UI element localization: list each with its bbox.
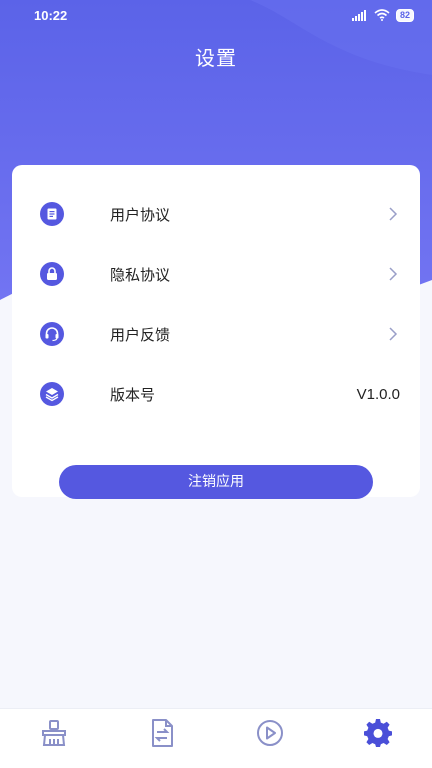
headset-icon bbox=[40, 322, 64, 346]
battery-icon: 82 bbox=[395, 8, 414, 22]
document-icon bbox=[40, 202, 64, 226]
menu-item-label: 用户反馈 bbox=[110, 325, 171, 344]
chevron-right-icon bbox=[389, 207, 398, 221]
logout-button[interactable]: 注销应用 bbox=[59, 465, 373, 499]
settings-card: 用户协议 隐私协议 用户反馈 版本号 V1.0.0 bbox=[12, 165, 420, 497]
play-icon[interactable] bbox=[254, 717, 286, 749]
status-time: 10:22 bbox=[34, 7, 68, 23]
menu-item-user-feedback[interactable]: 用户反馈 bbox=[12, 304, 420, 364]
menu-item-privacy-agreement[interactable]: 隐私协议 bbox=[12, 244, 420, 304]
page-title: 设置 bbox=[195, 46, 237, 70]
layers-icon bbox=[40, 382, 64, 406]
settings-gear-icon[interactable] bbox=[362, 717, 394, 749]
bottom-tab-bar bbox=[0, 708, 432, 768]
version-value: V1.0.0 bbox=[356, 385, 400, 403]
chevron-right-icon bbox=[389, 327, 398, 341]
chevron-right-icon bbox=[389, 267, 398, 281]
menu-item-version: 版本号 V1.0.0 bbox=[12, 364, 420, 424]
lock-icon bbox=[40, 262, 64, 286]
wifi-icon bbox=[374, 9, 390, 21]
menu-item-user-agreement[interactable]: 用户协议 bbox=[12, 184, 420, 244]
signal-icon bbox=[351, 9, 366, 21]
menu-item-label: 隐私协议 bbox=[110, 265, 171, 284]
broom-icon[interactable] bbox=[38, 717, 70, 749]
menu-item-label: 用户协议 bbox=[110, 205, 171, 224]
menu-item-label: 版本号 bbox=[110, 385, 156, 404]
status-bar: 10:22 82 bbox=[0, 0, 432, 30]
file-convert-icon[interactable] bbox=[146, 717, 178, 749]
status-icons: 82 bbox=[351, 8, 414, 22]
